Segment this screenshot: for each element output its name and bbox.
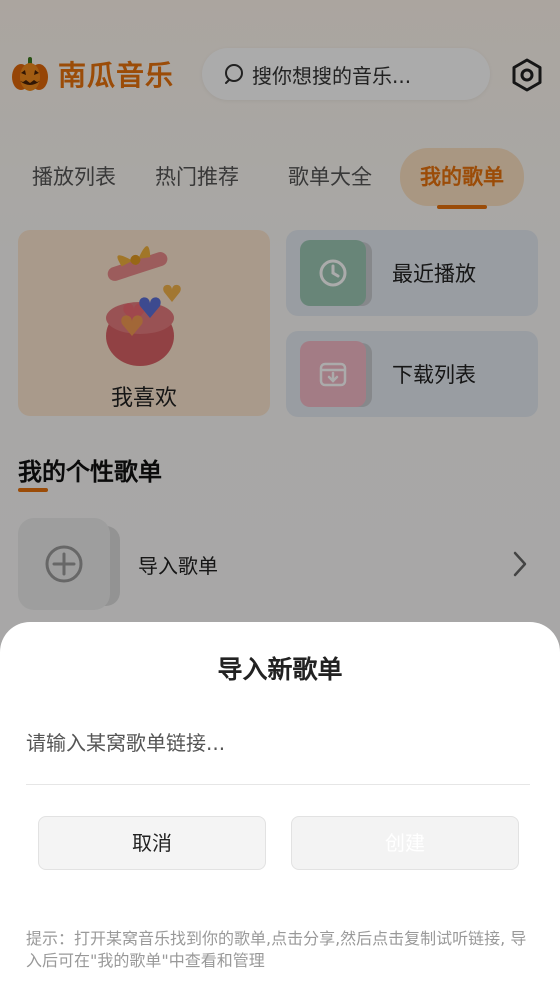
- import-playlist-sheet: 导入新歌单 取消 创建 提示：打开某窝音乐找到你的歌单,点击分享,然后点击复制试…: [0, 622, 560, 991]
- input-divider: [26, 784, 530, 785]
- playlist-link-input[interactable]: [26, 718, 526, 768]
- cancel-button[interactable]: 取消: [38, 816, 266, 870]
- create-button[interactable]: 创建: [291, 816, 519, 870]
- sheet-title: 导入新歌单: [217, 655, 343, 684]
- hint-text: 提示：打开某窝音乐找到你的歌单,点击分享,然后点击复制试听链接, 导入后可在"我…: [26, 929, 527, 970]
